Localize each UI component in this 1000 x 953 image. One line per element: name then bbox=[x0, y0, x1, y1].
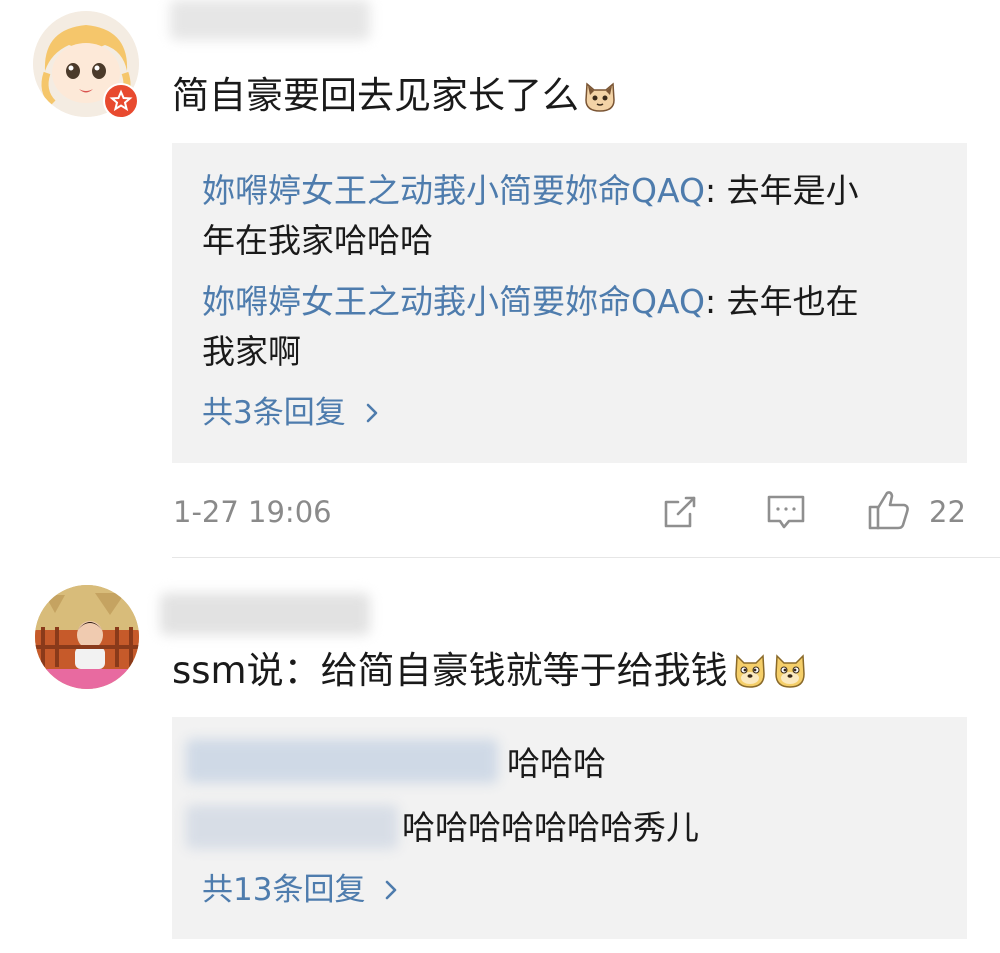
comment-button[interactable] bbox=[765, 492, 807, 536]
more-replies-link[interactable]: 共13条回复 bbox=[202, 865, 399, 917]
reply-text: 哈哈哈 bbox=[507, 744, 606, 783]
doge-emoji-icon bbox=[770, 650, 810, 704]
like-count: 22 bbox=[929, 491, 966, 533]
more-replies-label: 共13条回复 bbox=[202, 872, 366, 908]
like-count-text: 22 bbox=[929, 495, 966, 529]
reply-author-redacted bbox=[186, 739, 498, 783]
reply-author-link[interactable]: 妳嘚婷女王之动莪小简要妳命QAQ bbox=[202, 171, 705, 210]
more-replies-label: 共3条回复 bbox=[202, 395, 346, 431]
username-redacted bbox=[160, 593, 370, 635]
reply-2-line-2: 我家啊 bbox=[202, 325, 301, 379]
chevron-right-icon bbox=[383, 867, 399, 917]
reply-text: 年在我家哈哈哈 bbox=[202, 221, 433, 260]
comment-text: ssm说：给简自豪钱就等于给我钱 bbox=[172, 645, 810, 704]
reply-box: 哈哈哈 哈哈哈哈哈哈哈秀儿 共13条回复 bbox=[172, 717, 967, 939]
username-redacted bbox=[170, 0, 370, 40]
cat-emoji-icon bbox=[581, 76, 619, 128]
timestamp-text: 1-27 19:06 bbox=[173, 495, 332, 529]
reply-text: 去年也在 bbox=[716, 282, 859, 321]
share-icon bbox=[664, 496, 696, 528]
chevron-right-icon bbox=[364, 390, 380, 440]
reply-text: 去年是小 bbox=[716, 171, 859, 210]
share-button[interactable] bbox=[660, 492, 700, 536]
divider bbox=[172, 557, 1000, 558]
comment-icon bbox=[767, 495, 805, 529]
reply-2-line-1: 妳嘚婷女王之动莪小简要妳命QAQ: 去年也在 bbox=[202, 275, 859, 329]
reply-2: 哈哈哈哈哈哈哈秀儿 bbox=[402, 801, 699, 855]
more-replies-link[interactable]: 共3条回复 bbox=[202, 388, 380, 440]
doge-emoji-icon bbox=[730, 650, 770, 704]
thumbs-up-icon bbox=[868, 491, 909, 530]
reply-author-redacted bbox=[186, 805, 398, 849]
like-button[interactable] bbox=[866, 488, 912, 536]
reply-1-line-2: 年在我家哈哈哈 bbox=[202, 214, 433, 268]
reply-text: 哈哈哈哈哈哈哈秀儿 bbox=[402, 808, 699, 847]
reply-1: 哈哈哈 bbox=[507, 737, 606, 791]
timestamp: 1-27 19:06 bbox=[173, 491, 332, 533]
reply-text: 我家啊 bbox=[202, 332, 301, 371]
verified-badge-icon bbox=[103, 83, 139, 119]
comment-text-content: 简自豪要回去见家长了么 bbox=[172, 74, 579, 117]
comment-text-content: ssm说：给简自豪钱就等于给我钱 bbox=[172, 649, 728, 692]
reply-1-line-1: 妳嘚婷女王之动莪小简要妳命QAQ: 去年是小 bbox=[202, 164, 859, 218]
avatar[interactable] bbox=[35, 585, 139, 689]
reply-box: 妳嘚婷女王之动莪小简要妳命QAQ: 去年是小 年在我家哈哈哈 妳嘚婷女王之动莪小… bbox=[172, 143, 967, 463]
reply-author-link[interactable]: 妳嘚婷女王之动莪小简要妳命QAQ bbox=[202, 282, 705, 321]
reply-separator: : bbox=[704, 282, 717, 321]
reply-separator: : bbox=[704, 171, 717, 210]
photo-avatar-icon bbox=[35, 585, 139, 689]
comment-text: 简自豪要回去见家长了么 bbox=[172, 70, 619, 128]
